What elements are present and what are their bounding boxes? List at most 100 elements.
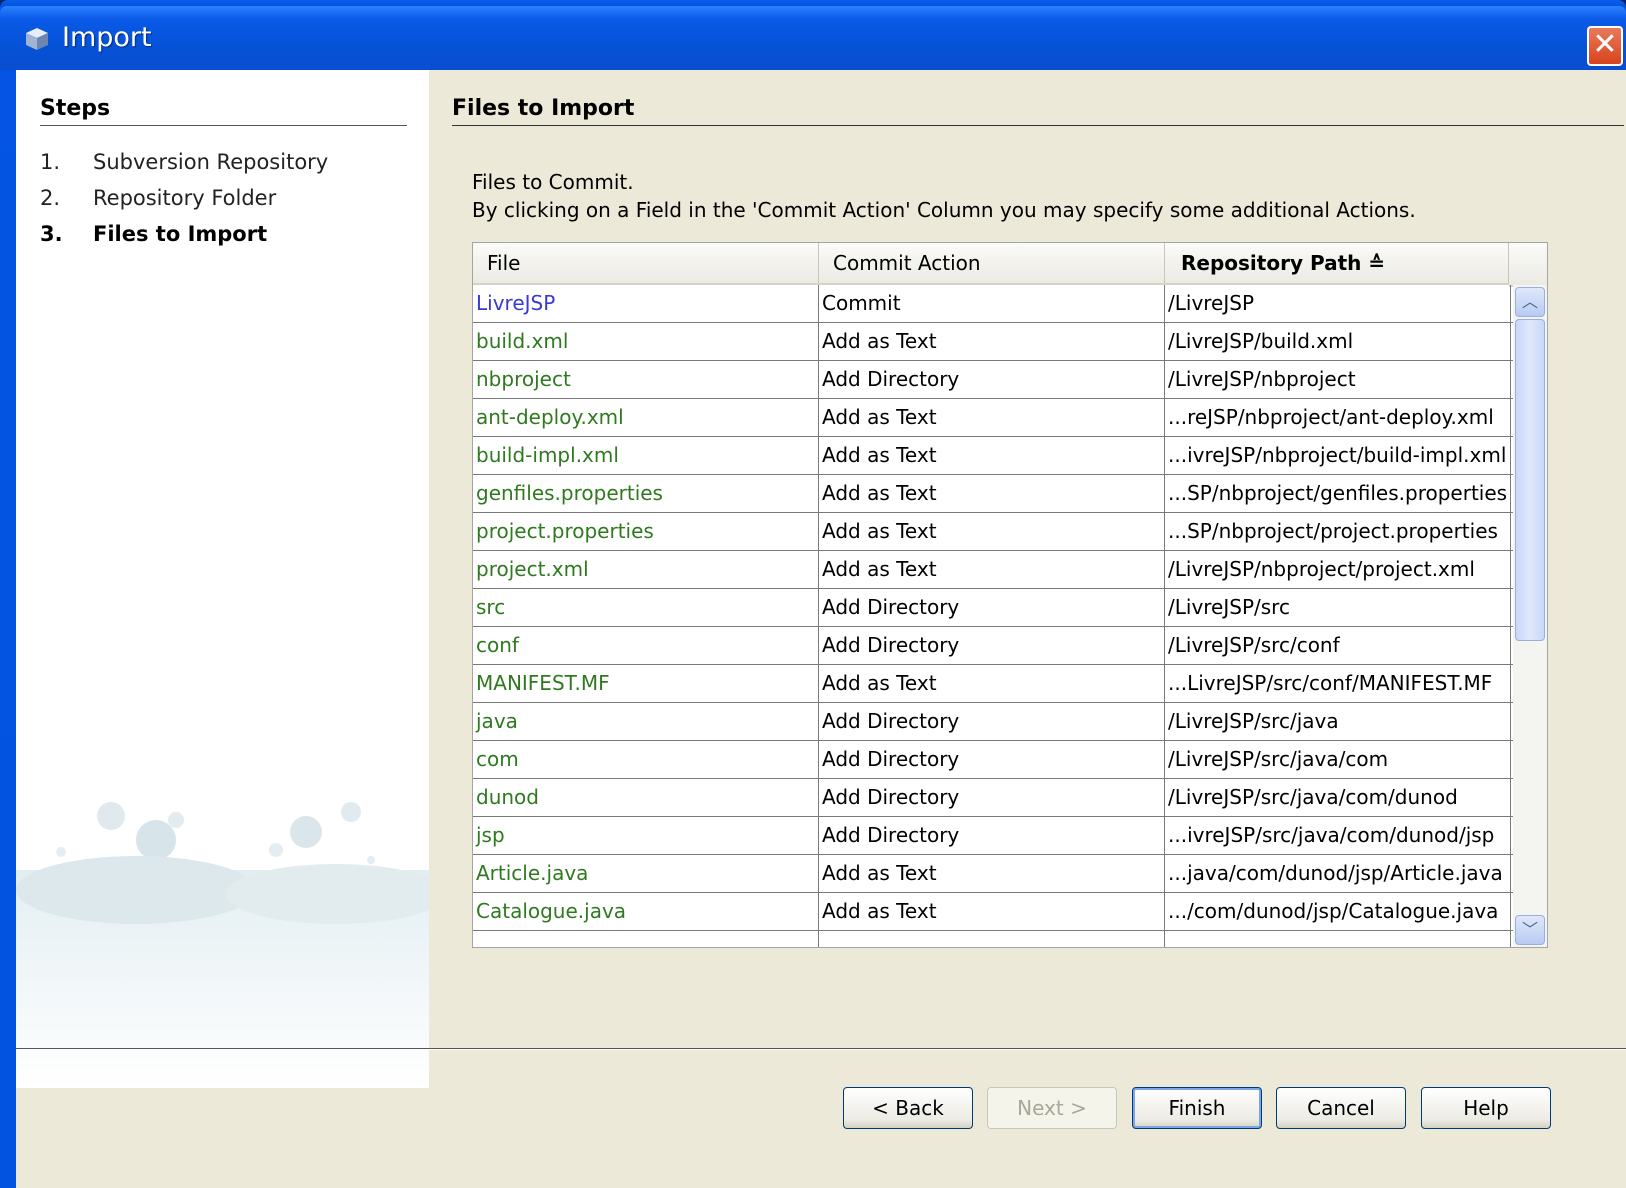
cell-file[interactable]: com: [473, 741, 819, 778]
cell-commit-action[interactable]: Add Directory: [819, 703, 1165, 740]
help-button[interactable]: Help: [1421, 1087, 1551, 1129]
cell-file[interactable]: nbproject: [473, 361, 819, 398]
table-row[interactable]: nbproject Add Directory/LivreJSP/nbprojec…: [473, 361, 1513, 399]
table-row[interactable]: [473, 931, 1513, 947]
table-row[interactable]: project.xml Add as Text/LivreJSP/nbprojec…: [473, 551, 1513, 589]
cell-commit-action[interactable]: Add as Text: [819, 437, 1165, 474]
cell-commit-action[interactable]: Add as Text: [819, 665, 1165, 702]
cell-repository-path[interactable]: /LivreJSP/nbproject/project.xml: [1165, 551, 1511, 588]
cell-commit-action[interactable]: Add Directory: [819, 741, 1165, 778]
cell-file[interactable]: jsp: [473, 817, 819, 854]
vertical-scrollbar[interactable]: ︿ ﹀: [1513, 285, 1547, 947]
table-row[interactable]: LivreJSP Commit/LivreJSP: [473, 285, 1513, 323]
scroll-down-button[interactable]: ﹀: [1515, 915, 1545, 945]
cell-commit-action[interactable]: Add Directory: [819, 817, 1165, 854]
cell-file[interactable]: build.xml: [473, 323, 819, 360]
cell-repository-path[interactable]: ...LivreJSP/src/conf/MANIFEST.MF: [1165, 665, 1511, 702]
table-row[interactable]: ant-deploy.xml Add as Text ...reJSP/nbproj…: [473, 399, 1513, 437]
table-row[interactable]: build.xml Add as Text/LivreJSP/build.xml: [473, 323, 1513, 361]
cell-commit-action[interactable]: Add as Text: [819, 399, 1165, 436]
cell-repository-path[interactable]: /LivreJSP/src/conf: [1165, 627, 1511, 664]
cell-file[interactable]: MANIFEST.MF: [473, 665, 819, 702]
header-filler: [1509, 243, 1547, 287]
cell-repository-path[interactable]: /LivreJSP/src/java/com: [1165, 741, 1511, 778]
cell-repository-path[interactable]: /LivreJSP/src: [1165, 589, 1511, 626]
table-row[interactable]: jsp Add Directory ...ivreJSP/src/java/com/…: [473, 817, 1513, 855]
cell-repository-path[interactable]: ...SP/nbproject/project.properties: [1165, 513, 1511, 550]
cell-file[interactable]: project.xml: [473, 551, 819, 588]
cell-file[interactable]: ant-deploy.xml: [473, 399, 819, 436]
cell-repository-path[interactable]: /LivreJSP/build.xml: [1165, 323, 1511, 360]
cell-file[interactable]: project.properties: [473, 513, 819, 550]
cell-commit-action[interactable]: Commit: [819, 285, 1165, 322]
steps-panel: Steps 1. Subversion Repository 2. Reposi…: [16, 70, 429, 1088]
table-row[interactable]: conf Add Directory/LivreJSP/src/conf: [473, 627, 1513, 665]
cell-commit-action[interactable]: Add as Text: [819, 475, 1165, 512]
table-body: LivreJSP Commit/LivreJSP build.xml Add as T…: [473, 285, 1513, 947]
close-button[interactable]: ✕: [1587, 26, 1623, 66]
divider: [16, 1049, 1626, 1050]
cell-empty[interactable]: [473, 931, 819, 947]
step-number: 2.: [40, 186, 61, 210]
cell-repository-path[interactable]: ...reJSP/nbproject/ant-deploy.xml: [1165, 399, 1511, 436]
back-button[interactable]: < Back: [843, 1087, 973, 1129]
cell-commit-action[interactable]: Add as Text: [819, 855, 1165, 892]
table-row[interactable]: build-impl.xml Add as Text ...ivreJSP/nbpr…: [473, 437, 1513, 475]
table-row[interactable]: Article.java Add as Text ...java/com/dunod…: [473, 855, 1513, 893]
title-bar[interactable]: Import ✕: [0, 6, 1626, 70]
step-label: Subversion Repository: [93, 150, 329, 174]
cell-empty[interactable]: [1165, 931, 1511, 947]
table-row[interactable]: MANIFEST.MF Add as Text ...LivreJSP/src/co…: [473, 665, 1513, 703]
table-row[interactable]: project.properties Add as Text ...SP/nbpro…: [473, 513, 1513, 551]
steps-heading: Steps: [40, 96, 111, 121]
cell-repository-path[interactable]: ...java/com/dunod/jsp/Article.java: [1165, 855, 1511, 892]
cell-file[interactable]: genfiles.properties: [473, 475, 819, 512]
cell-file[interactable]: conf: [473, 627, 819, 664]
step-number: 3.: [40, 222, 63, 246]
cell-file[interactable]: src: [473, 589, 819, 626]
close-icon: ✕: [1592, 27, 1618, 62]
scrollbar-thumb[interactable]: [1515, 319, 1545, 641]
cell-repository-path[interactable]: .../com/dunod/jsp/Catalogue.java: [1165, 893, 1511, 930]
column-header-commit-action[interactable]: Commit Action: [819, 243, 1165, 283]
cell-file[interactable]: Catalogue.java: [473, 893, 819, 930]
table-row[interactable]: genfiles.properties Add as Text ...SP/nbpr…: [473, 475, 1513, 513]
step-label: Repository Folder: [93, 186, 277, 210]
cancel-button[interactable]: Cancel: [1276, 1087, 1406, 1129]
cell-commit-action[interactable]: Add as Text: [819, 323, 1165, 360]
finish-button[interactable]: Finish: [1132, 1087, 1262, 1129]
column-header-file[interactable]: File: [473, 243, 819, 283]
column-header-repository-path[interactable]: Repository Path ≙: [1165, 243, 1509, 283]
window-title: Import: [62, 22, 152, 53]
table-row[interactable]: com Add Directory/LivreJSP/src/java/com: [473, 741, 1513, 779]
cell-commit-action[interactable]: Add Directory: [819, 361, 1165, 398]
chevron-down-icon: ﹀: [1521, 920, 1538, 939]
cell-repository-path[interactable]: /LivreJSP/nbproject: [1165, 361, 1511, 398]
cell-commit-action[interactable]: Add Directory: [819, 589, 1165, 626]
cell-commit-action[interactable]: Add Directory: [819, 779, 1165, 816]
scroll-up-button[interactable]: ︿: [1515, 287, 1545, 317]
cell-commit-action[interactable]: Add as Text: [819, 513, 1165, 550]
next-button[interactable]: Next >: [987, 1087, 1117, 1129]
cell-file[interactable]: LivreJSP: [473, 285, 819, 322]
cell-file[interactable]: Article.java: [473, 855, 819, 892]
cell-commit-action[interactable]: Add as Text: [819, 893, 1165, 930]
cell-empty[interactable]: [819, 931, 1165, 947]
cell-repository-path[interactable]: ...SP/nbproject/genfiles.properties: [1165, 475, 1511, 512]
cell-file[interactable]: dunod: [473, 779, 819, 816]
cell-repository-path[interactable]: /LivreJSP/src/java: [1165, 703, 1511, 740]
cell-commit-action[interactable]: Add Directory: [819, 627, 1165, 664]
table-row[interactable]: dunod Add Directory/LivreJSP/src/java/com…: [473, 779, 1513, 817]
cell-file[interactable]: java: [473, 703, 819, 740]
page-title: Files to Import: [452, 96, 635, 121]
cell-file[interactable]: build-impl.xml: [473, 437, 819, 474]
table-row[interactable]: Catalogue.java Add as Text .../com/dunod/j…: [473, 893, 1513, 931]
cell-repository-path[interactable]: ...ivreJSP/nbproject/build-impl.xml: [1165, 437, 1511, 474]
table-row[interactable]: java Add Directory/LivreJSP/src/java: [473, 703, 1513, 741]
table-row[interactable]: src Add Directory/LivreJSP/src: [473, 589, 1513, 627]
cell-repository-path[interactable]: /LivreJSP: [1165, 285, 1511, 322]
table-header: File Commit Action Repository Path ≙: [473, 243, 1513, 285]
cell-repository-path[interactable]: ...ivreJSP/src/java/com/dunod/jsp: [1165, 817, 1511, 854]
cell-commit-action[interactable]: Add as Text: [819, 551, 1165, 588]
cell-repository-path[interactable]: /LivreJSP/src/java/com/dunod: [1165, 779, 1511, 816]
